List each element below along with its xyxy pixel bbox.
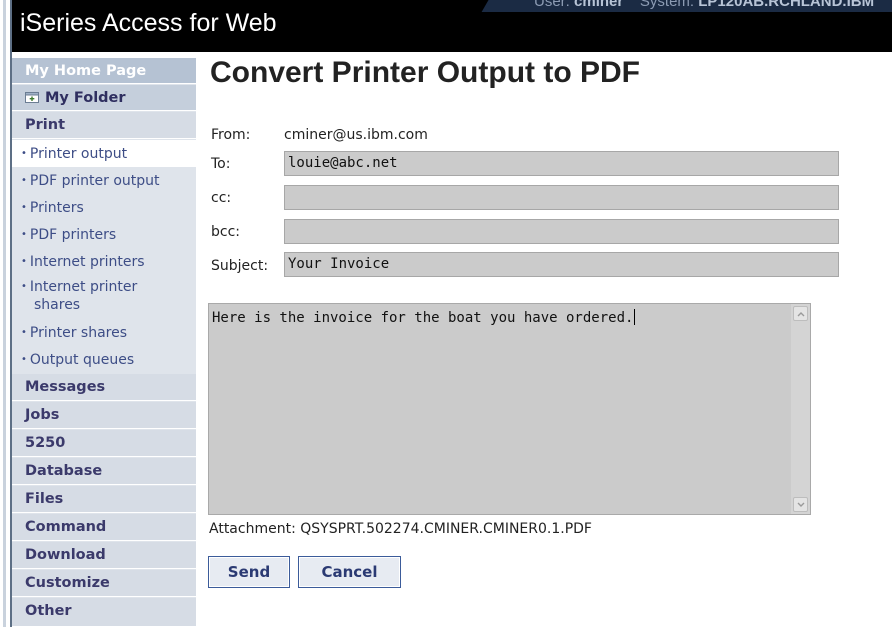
attachment-info: Attachment: QSYSPRT.502274.CMINER.CMINER… — [209, 521, 592, 537]
sidebar-item-5250[interactable]: 5250 — [12, 430, 196, 457]
sidebar-item-printers[interactable]: • Printers — [12, 194, 196, 221]
sidebar-item-label: My Home Page — [25, 63, 147, 79]
sidebar-item-command[interactable]: Command — [12, 514, 196, 541]
sidebar-item-label: Printer output — [29, 146, 128, 162]
cc-field[interactable] — [284, 185, 839, 210]
system-label: System: — [639, 0, 695, 10]
sidebar-item-pdf-printers[interactable]: • PDF printers — [12, 221, 196, 248]
sidebar-item-label: Download — [25, 547, 106, 563]
sidebar-item-label: Messages — [25, 379, 106, 395]
sidebar-item-label: Command — [25, 519, 107, 535]
folder-icon — [25, 92, 39, 103]
scroll-down-button[interactable] — [793, 497, 808, 512]
sidebar-item-label: Internet printer — [29, 279, 138, 295]
sidebar-item-label: Internet printers — [29, 254, 145, 270]
sidebar-item-label: Print — [25, 117, 66, 133]
sidebar-item-label: My Folder — [45, 90, 126, 106]
sidebar-item-print[interactable]: Print — [12, 112, 196, 139]
sidebar-item-label: Customize — [25, 575, 110, 591]
user-value: cminer — [574, 0, 624, 10]
send-button[interactable]: Send — [208, 556, 290, 588]
app-title: iSeries Access for Web — [20, 9, 277, 37]
page: iSeries Access for Web User: cminer Syst… — [0, 0, 892, 627]
attachment-filename: QSYSPRT.502274.CMINER.CMINER0.1.PDF — [300, 521, 592, 537]
chevron-up-icon — [797, 312, 805, 317]
to-label: To: — [211, 156, 231, 172]
message-body-textarea[interactable]: Here is the invoice for the boat you hav… — [208, 303, 811, 515]
window-edge — [0, 0, 12, 627]
sidebar-item-printer-shares[interactable]: • Printer shares — [12, 319, 196, 346]
subject-label: Subject: — [211, 258, 269, 274]
sidebar-item-messages[interactable]: Messages — [12, 374, 196, 401]
system-value: LP120AB.RCHLAND.IBM — [698, 0, 875, 10]
sidebar-item-label: Other — [25, 603, 72, 619]
sidebar-item-printer-output[interactable]: • Printer output — [12, 140, 196, 167]
textarea-scrollbar[interactable] — [791, 304, 810, 514]
user-system-info: User: cminer System: LP120AB.RCHLAND.IBM — [534, 0, 874, 11]
from-value: cminer@us.ibm.com — [284, 127, 428, 143]
chevron-down-icon — [797, 502, 805, 507]
sidebar-item-database[interactable]: Database — [12, 458, 196, 485]
to-field[interactable]: louie@abc.net — [284, 151, 839, 176]
sidebar-item-output-queues[interactable]: • Output queues — [12, 346, 196, 373]
scroll-up-button[interactable] — [793, 306, 808, 321]
user-label: User: — [534, 0, 570, 10]
sidebar-item-jobs[interactable]: Jobs — [12, 402, 196, 429]
sidebar-item-my-home-page[interactable]: My Home Page — [12, 58, 196, 84]
sidebar-item-label: Printers — [29, 200, 84, 216]
subject-field[interactable]: Your Invoice — [284, 252, 839, 277]
cancel-button[interactable]: Cancel — [298, 556, 401, 588]
sidebar-item-other[interactable]: Other — [12, 598, 196, 627]
bcc-label: bcc: — [211, 224, 240, 240]
sidebar-item-files[interactable]: Files — [12, 486, 196, 513]
sidebar-item-label: Output queues — [29, 352, 135, 368]
app-header: iSeries Access for Web User: cminer Syst… — [12, 0, 892, 52]
cc-label: cc: — [211, 190, 232, 206]
bcc-field[interactable] — [284, 219, 839, 244]
sidebar-item-label: PDF printer output — [29, 173, 160, 189]
sidebar-item-my-folder[interactable]: My Folder — [12, 85, 196, 111]
text-caret — [634, 309, 636, 325]
sidebar-item-customize[interactable]: Customize — [12, 570, 196, 597]
sidebar-item-label: 5250 — [25, 435, 66, 451]
attachment-label: Attachment: — [209, 521, 296, 537]
sidebar-item-label-line2: shares — [34, 297, 81, 313]
sidebar-item-internet-printers[interactable]: • Internet printers — [12, 248, 196, 275]
from-label: From: — [211, 127, 251, 143]
sidebar-item-internet-printer-shares[interactable]: • Internet printer shares — [12, 275, 196, 315]
sidebar-item-label: PDF printers — [29, 227, 117, 243]
sidebar-item-label: Jobs — [25, 407, 60, 423]
sidebar-item-pdf-printer-output[interactable]: • PDF printer output — [12, 167, 196, 194]
sidebar-item-label: Files — [25, 491, 64, 507]
page-title: Convert Printer Output to PDF — [210, 56, 640, 89]
sidebar-item-download[interactable]: Download — [12, 542, 196, 569]
sidebar-item-label: Printer shares — [29, 325, 128, 341]
message-body-text: Here is the invoice for the boat you hav… — [212, 309, 636, 326]
sidebar-item-label: Database — [25, 463, 103, 479]
sidebar-nav: My Home Page My Folder Print • Printer ou… — [12, 58, 196, 627]
